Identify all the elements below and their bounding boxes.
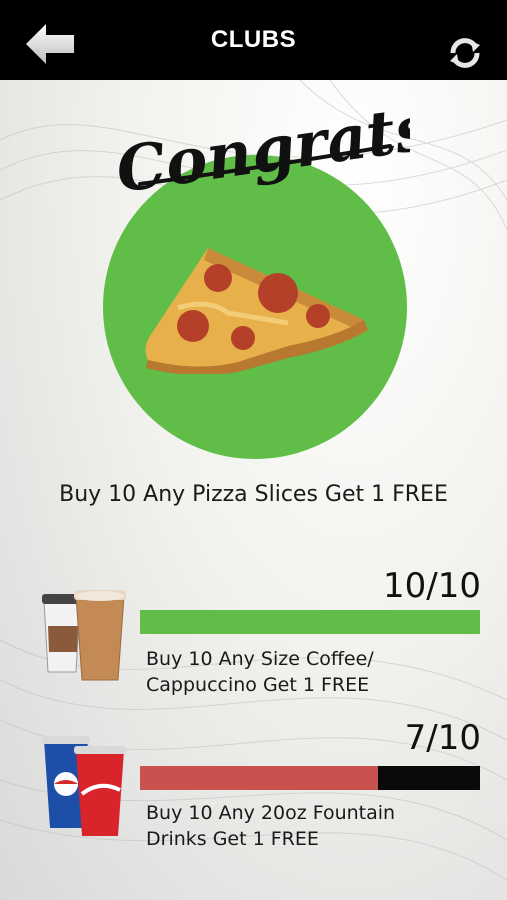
- club-progress-bar: [140, 610, 480, 634]
- club-description-line2: Drinks Get 1 FREE: [146, 828, 319, 850]
- top-bar: CLUBS: [0, 0, 507, 80]
- back-arrow-icon: [26, 24, 74, 64]
- club-description-line2: Cappuccino Get 1 FREE: [146, 674, 370, 696]
- club-description: Buy 10 Any Size Coffee/ Cappuccino Get 1…: [146, 646, 476, 698]
- club-progress-count: 10/10: [383, 566, 481, 606]
- club-progress-bar: [140, 766, 480, 790]
- pizza-slice-image: [145, 248, 368, 374]
- featured-reward-description: Buy 10 Any Pizza Slices Get 1 FREE: [59, 482, 448, 507]
- refresh-button[interactable]: [445, 33, 485, 73]
- back-button[interactable]: [22, 22, 78, 66]
- club-progress-count: 7/10: [404, 718, 481, 758]
- club-description-line1: Buy 10 Any Size Coffee/: [146, 648, 374, 670]
- refresh-icon: [450, 38, 480, 68]
- page-title: CLUBS: [210, 26, 297, 53]
- congrats-banner: Congrats!: [112, 87, 410, 200]
- club-description: Buy 10 Any 20oz Fountain Drinks Get 1 FR…: [146, 800, 476, 852]
- club-description-line1: Buy 10 Any 20oz Fountain: [146, 802, 396, 824]
- coffee-cups-image: [42, 590, 126, 681]
- fountain-drinks-image: [42, 736, 126, 836]
- club-progress-fill: [140, 610, 480, 634]
- club-progress-fill: [140, 766, 378, 790]
